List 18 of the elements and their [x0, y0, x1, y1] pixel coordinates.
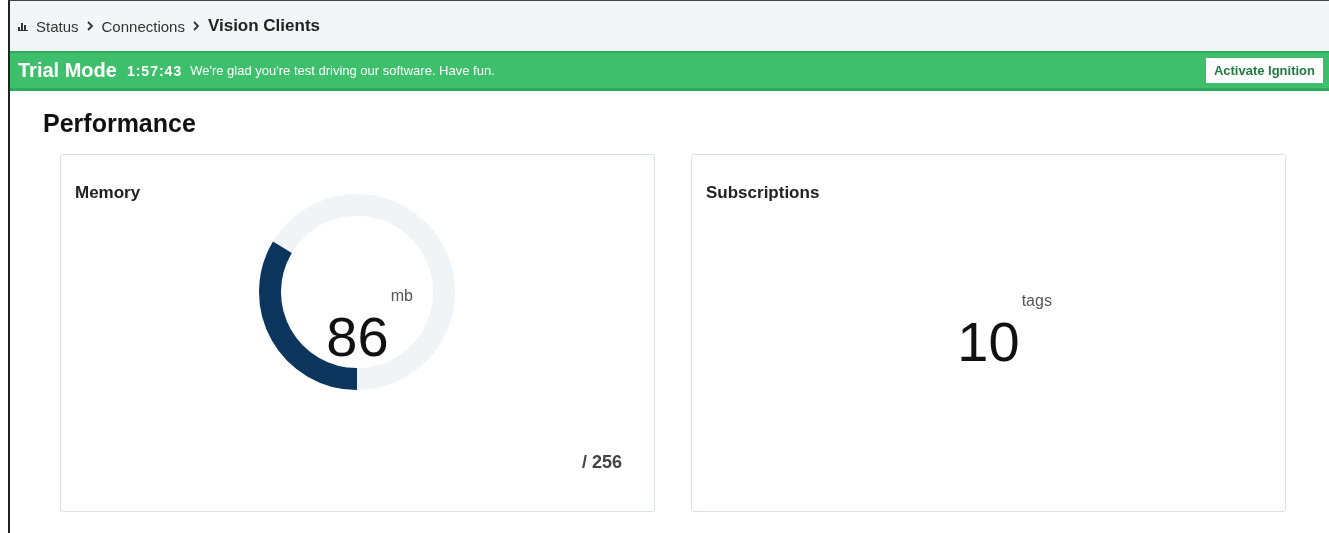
card-title: Memory	[75, 183, 141, 203]
max-value: / 256	[581, 452, 622, 473]
chevron-icon	[192, 21, 200, 31]
metric-value: 10	[957, 310, 1020, 373]
unit-label: tags	[1021, 292, 1052, 310]
card-title: Subscriptions	[706, 183, 820, 203]
unit-label: mb	[390, 287, 413, 305]
metric-value: 86	[326, 305, 389, 368]
section-heading: Performance	[43, 109, 197, 138]
breadcrumb-current: Vision Clients	[207, 16, 321, 36]
chevron-icon	[86, 21, 94, 31]
breadcrumb-link[interactable]: Connections	[101, 17, 185, 35]
trial-timer: 1:57:43	[126, 62, 183, 79]
bar-chart-icon	[18, 21, 28, 31]
activate-button[interactable]: Activate Ignition	[1205, 58, 1323, 83]
breadcrumb-link[interactable]: Status	[36, 17, 79, 35]
trial-mode-title: Trial Mode	[18, 59, 117, 82]
trial-message: We're glad you're test driving our software. Have fun.	[190, 63, 496, 78]
